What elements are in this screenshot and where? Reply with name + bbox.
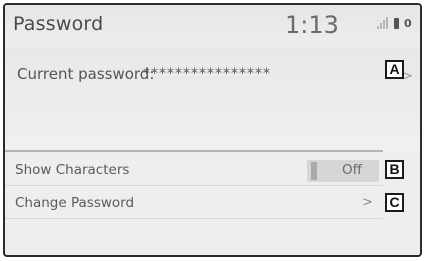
toggle-indicator: [311, 162, 317, 180]
zero-indicator: 0: [404, 17, 412, 30]
battery-icon: [394, 18, 399, 29]
callout-b: B: [385, 160, 404, 179]
show-characters-label: Show Characters: [15, 162, 130, 178]
section-divider: [5, 150, 383, 152]
screen: Password 1:13 0 Current password: ******…: [3, 3, 422, 257]
current-password-row: Current password: ****************: [5, 47, 385, 107]
show-characters-toggle[interactable]: Off: [307, 160, 379, 182]
current-password-label: Current password:: [17, 65, 155, 83]
current-password-panel: Current password: **************** >: [5, 47, 420, 151]
change-password-row[interactable]: Change Password >: [5, 188, 383, 219]
header-bar: Password 1:13 0: [5, 5, 420, 47]
change-password-label: Change Password: [15, 195, 135, 211]
chevron-right-icon: >: [362, 195, 373, 210]
page-title: Password: [13, 13, 104, 35]
status-icons: 0: [377, 17, 412, 29]
callout-a: A: [385, 60, 404, 79]
signal-bars-icon: [377, 17, 389, 29]
show-characters-row[interactable]: Show Characters Off: [5, 155, 383, 186]
callout-c: C: [385, 193, 404, 212]
clock: 1:13: [285, 11, 339, 39]
toggle-state-label: Off: [342, 162, 362, 178]
current-password-value: ****************: [143, 66, 271, 82]
